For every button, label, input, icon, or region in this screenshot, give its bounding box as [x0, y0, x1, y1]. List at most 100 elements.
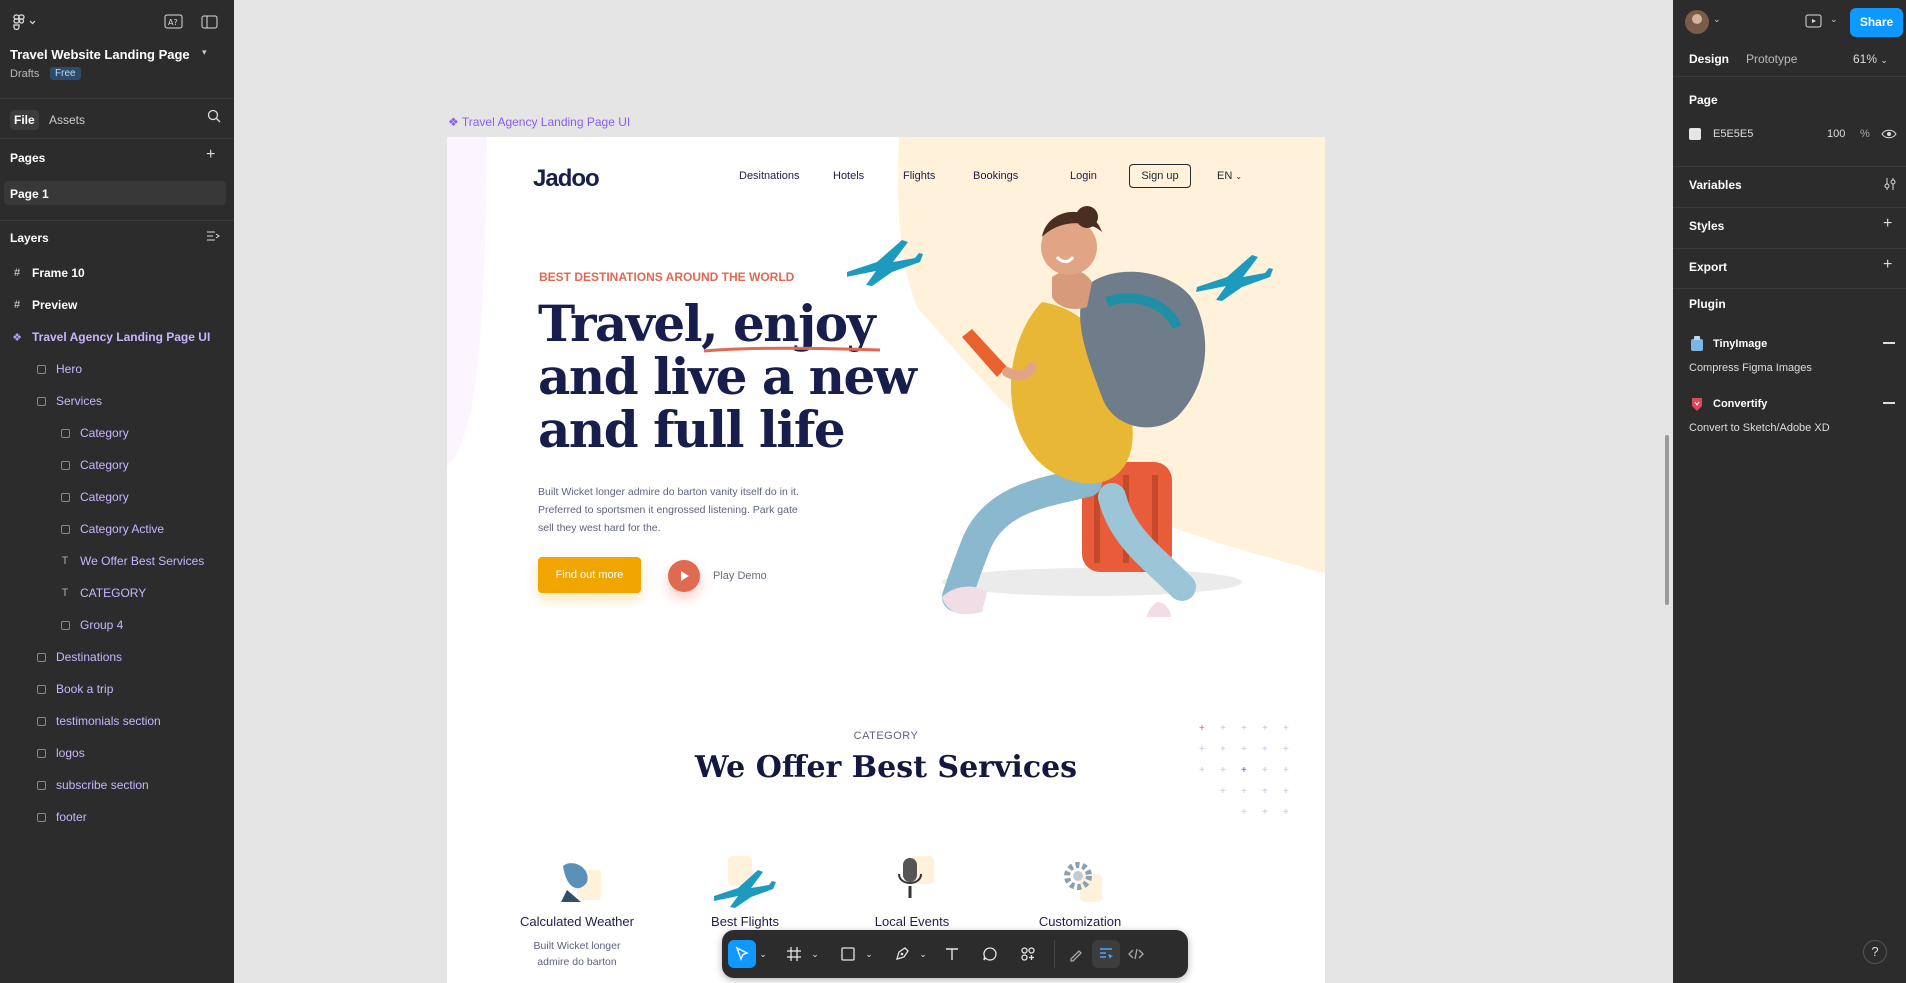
file-title[interactable]: Travel Website Landing Page: [10, 47, 190, 62]
plugin-name[interactable]: Convertify: [1713, 398, 1767, 410]
play-button[interactable]: [668, 560, 700, 592]
plugin-name[interactable]: TinyImage: [1713, 338, 1767, 350]
draw-mode-button[interactable]: [1062, 940, 1090, 968]
nav-destinations[interactable]: Desitnations: [739, 170, 800, 182]
play-demo-label[interactable]: Play Demo: [713, 570, 767, 582]
text-tool-button[interactable]: [938, 940, 966, 968]
layer-item[interactable]: # Frame 10: [0, 260, 234, 286]
present-icon[interactable]: [1805, 13, 1823, 29]
frame-label[interactable]: ❖ Travel Agency Landing Page UI: [448, 115, 630, 129]
present-menu-chevron-icon[interactable]: ⌄: [1830, 14, 1838, 25]
layer-item[interactable]: Services: [0, 388, 234, 414]
nav-flights[interactable]: Flights: [903, 170, 935, 182]
layer-item[interactable]: Category: [0, 484, 234, 510]
figma-menu-button[interactable]: [12, 14, 38, 33]
design-mode-button[interactable]: [1092, 940, 1120, 968]
layers-list-options-icon[interactable]: [206, 229, 220, 243]
pen-tool-menu-icon[interactable]: ⌄: [916, 940, 930, 968]
search-icon[interactable]: [206, 108, 222, 124]
remove-plugin-icon[interactable]: [1883, 402, 1895, 404]
layer-item[interactable]: Destinations: [0, 644, 234, 670]
add-export-icon[interactable]: +: [1883, 256, 1892, 274]
layer-item[interactable]: T CATEGORY: [0, 580, 234, 606]
layer-item-label: Destinations: [56, 650, 123, 664]
layer-item[interactable]: Book a trip: [0, 676, 234, 702]
layer-item[interactable]: logos: [0, 740, 234, 766]
layer-item[interactable]: footer: [0, 804, 234, 830]
tab-assets[interactable]: Assets: [49, 110, 85, 130]
page-opacity[interactable]: 100: [1827, 128, 1845, 140]
nav-hotels[interactable]: Hotels: [833, 170, 864, 182]
layer-item[interactable]: subscribe section: [0, 772, 234, 798]
avatar[interactable]: [1685, 10, 1709, 34]
page-color-swatch[interactable]: [1689, 128, 1701, 140]
tab-prototype[interactable]: Prototype: [1746, 52, 1797, 66]
move-tool-button[interactable]: [728, 940, 756, 968]
landing-page-frame[interactable]: Jadoo Desitnations Hotels Flights Bookin…: [447, 137, 1325, 983]
eye-icon[interactable]: [1881, 128, 1897, 140]
layer-item[interactable]: ❖ Travel Agency Landing Page UI: [0, 324, 234, 350]
layer-item[interactable]: testimonials section: [0, 708, 234, 734]
plus-decoration: +: [1262, 744, 1268, 755]
layer-item[interactable]: Group 4: [0, 612, 234, 638]
actions-button[interactable]: [1014, 940, 1042, 968]
account-chevron-icon[interactable]: ⌄: [1713, 14, 1721, 25]
divider: [1673, 207, 1906, 208]
layer-item[interactable]: # Preview: [0, 292, 234, 318]
comment-tool-button[interactable]: [976, 940, 1004, 968]
divider: [1673, 76, 1906, 77]
tab-file[interactable]: File: [10, 110, 39, 130]
styles-header[interactable]: Styles: [1689, 219, 1724, 233]
find-out-more-button[interactable]: Find out more: [538, 557, 641, 593]
layer-item[interactable]: Category: [0, 452, 234, 478]
rectangle-icon: [841, 947, 855, 961]
hero-body-text: Built Wicket longer admire do barton van…: [538, 483, 799, 537]
service-card-weather[interactable]: Calculated Weather Built Wicket longer a…: [492, 852, 662, 970]
share-button[interactable]: Share: [1850, 8, 1903, 37]
sidebar-toggle-icon[interactable]: [201, 14, 219, 30]
page-item-page-1[interactable]: Page 1: [4, 181, 226, 205]
service-text-line: Built Wicket longer: [533, 940, 621, 952]
nav-login[interactable]: Login: [1070, 170, 1097, 182]
canvas-scrollbar[interactable]: [1665, 435, 1669, 605]
add-style-icon[interactable]: +: [1883, 215, 1892, 233]
group-icon: [58, 524, 72, 534]
layer-item[interactable]: Hero: [0, 356, 234, 382]
tab-design[interactable]: Design: [1689, 52, 1729, 66]
service-card-events[interactable]: Local Events: [827, 852, 997, 929]
location-label[interactable]: Drafts: [10, 68, 39, 80]
signup-button[interactable]: Sign up: [1129, 164, 1191, 188]
plus-decoration: +: [1241, 765, 1247, 776]
nav-bookings[interactable]: Bookings: [973, 170, 1018, 182]
dev-mode-button[interactable]: [1122, 940, 1150, 968]
frame-tool-menu-icon[interactable]: ⌄: [808, 940, 822, 968]
service-card-flights[interactable]: Best Flights: [660, 852, 830, 929]
help-icon[interactable]: ?: [1863, 940, 1887, 964]
file-menu-chevron-icon[interactable]: ▾: [202, 47, 216, 61]
move-tool-menu-icon[interactable]: ⌄: [756, 940, 770, 968]
layer-item[interactable]: Category: [0, 420, 234, 446]
layer-item[interactable]: Category Active: [0, 516, 234, 542]
remove-plugin-icon[interactable]: [1883, 342, 1895, 344]
variables-settings-icon[interactable]: [1883, 177, 1897, 191]
shape-tool-button[interactable]: [834, 940, 862, 968]
language-label: EN: [1217, 170, 1233, 182]
ai-tools-icon[interactable]: A?: [164, 14, 184, 30]
plus-decoration: +: [1283, 765, 1289, 776]
add-page-icon[interactable]: +: [206, 147, 220, 163]
zoom-level[interactable]: 61% ⌄: [1853, 52, 1888, 66]
service-title: Best Flights: [711, 914, 779, 929]
service-text-line: admire do barton: [537, 956, 617, 968]
frame-tool-button[interactable]: [780, 940, 808, 968]
brand-logo[interactable]: Jadoo: [533, 165, 600, 193]
design-mode-icon: [1100, 948, 1113, 959]
page-color-hex[interactable]: E5E5E5: [1713, 128, 1753, 140]
text-icon: [946, 948, 958, 960]
text-icon: T: [61, 587, 69, 599]
pen-tool-button[interactable]: [888, 940, 916, 968]
language-select[interactable]: EN ⌄: [1217, 170, 1242, 182]
variables-header[interactable]: Variables: [1689, 178, 1742, 192]
layer-item[interactable]: T We Offer Best Services: [0, 548, 234, 574]
export-header[interactable]: Export: [1689, 260, 1727, 274]
shape-tool-menu-icon[interactable]: ⌄: [862, 940, 876, 968]
